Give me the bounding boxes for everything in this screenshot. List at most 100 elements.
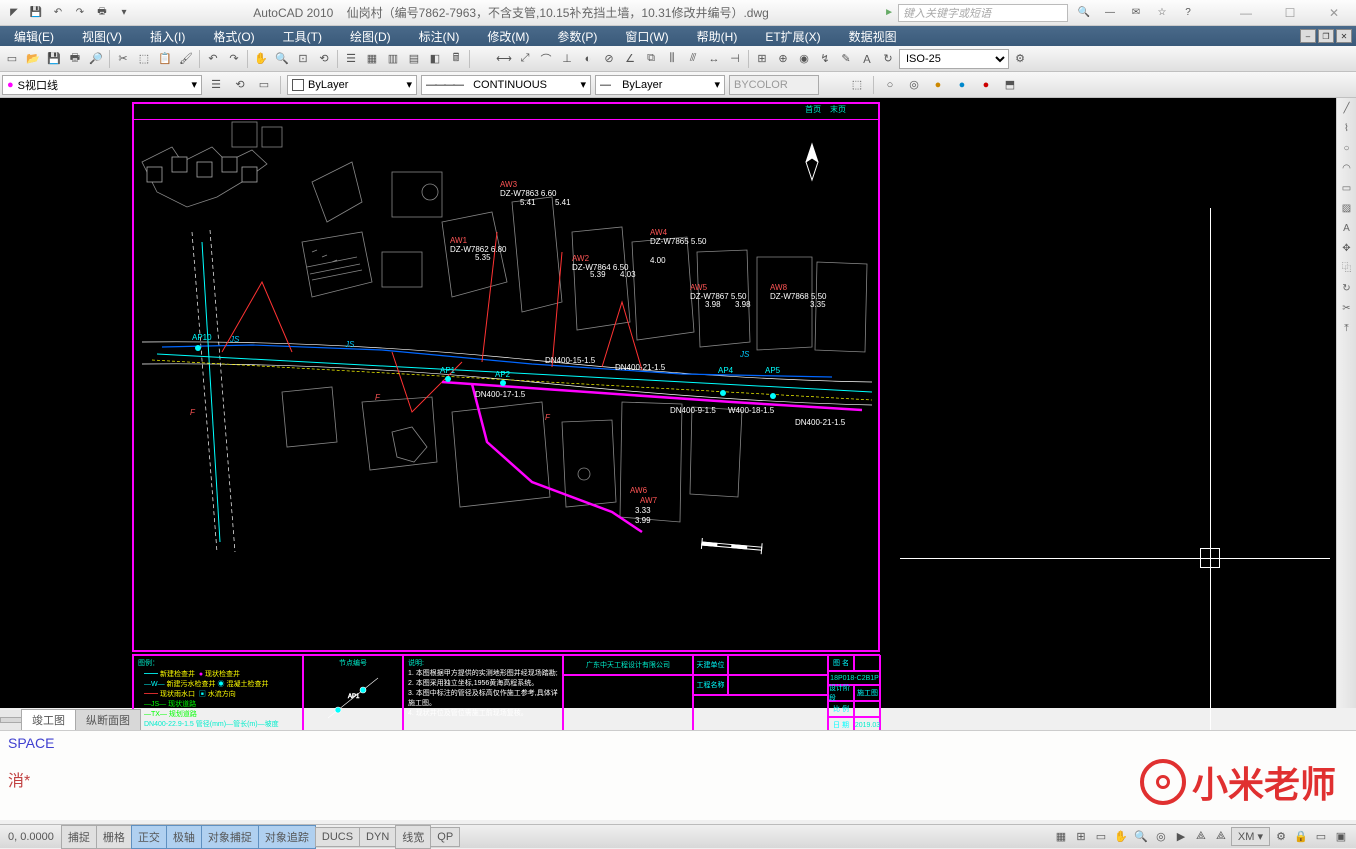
- search-play-icon[interactable]: ►: [884, 7, 894, 18]
- linetype-select[interactable]: ———— CONTINUOUS▾: [421, 75, 591, 95]
- tolerance-icon[interactable]: ⊞: [752, 49, 772, 69]
- dim-tedit-icon[interactable]: Ａ: [857, 49, 877, 69]
- wheel-icon[interactable]: ◎: [1152, 828, 1170, 846]
- sheet-set-icon[interactable]: ▤: [404, 49, 424, 69]
- snap-toggle[interactable]: 捕捉: [61, 825, 97, 849]
- insert-block-icon[interactable]: ⬚: [847, 75, 867, 95]
- annoscale-select[interactable]: XM ▾: [1231, 827, 1270, 846]
- annovis-icon[interactable]: ⟁: [1212, 828, 1230, 846]
- menu-tools[interactable]: 工具(T): [269, 28, 336, 45]
- menu-et[interactable]: ET扩展(X): [751, 28, 834, 45]
- dim-quick-icon[interactable]: ⧉: [641, 49, 661, 69]
- new-icon[interactable]: ▭: [2, 49, 22, 69]
- layer-prev-icon[interactable]: ⟲: [230, 75, 250, 95]
- circle-tool-icon[interactable]: ○: [1338, 140, 1356, 158]
- save-icon[interactable]: 💾: [44, 49, 64, 69]
- rotate-icon[interactable]: ↻: [1338, 280, 1356, 298]
- dyn-toggle[interactable]: DYN: [359, 827, 396, 847]
- otrack-toggle[interactable]: 对象追踪: [258, 825, 316, 849]
- menu-draw[interactable]: 绘图(D): [336, 28, 405, 45]
- layer-state-icon[interactable]: ▭: [254, 75, 274, 95]
- qat-more-icon[interactable]: ▾: [114, 3, 134, 23]
- properties-icon[interactable]: ☰: [341, 49, 361, 69]
- key-icon[interactable]: —: [1100, 3, 1120, 23]
- model-paper-icon[interactable]: ▦: [1052, 828, 1070, 846]
- preview-icon[interactable]: 🔎: [86, 49, 106, 69]
- menu-dimension[interactable]: 标注(N): [405, 28, 474, 45]
- menu-window[interactable]: 窗口(W): [611, 28, 682, 45]
- center-mark-icon[interactable]: ⊕: [773, 49, 793, 69]
- inspect-icon[interactable]: ◉: [794, 49, 814, 69]
- menu-parametric[interactable]: 参数(P): [543, 28, 611, 45]
- dim-update-icon[interactable]: ↻: [878, 49, 898, 69]
- pline-icon[interactable]: ⌇: [1338, 120, 1356, 138]
- menu-insert[interactable]: 插入(I): [136, 28, 199, 45]
- doc-close-button[interactable]: ✕: [1336, 29, 1352, 43]
- dim-space-icon[interactable]: ↔: [704, 49, 724, 69]
- ducs-toggle[interactable]: DUCS: [315, 827, 360, 847]
- quickview-icon[interactable]: ⊞: [1072, 828, 1090, 846]
- plot-icon[interactable]: 🖶: [65, 49, 85, 69]
- circle2-icon[interactable]: ◎: [904, 75, 924, 95]
- color-select[interactable]: ByLayer▾: [287, 75, 417, 95]
- zoom-prev-icon[interactable]: ⟲: [314, 49, 334, 69]
- dim-ordinate-icon[interactable]: ⊥: [557, 49, 577, 69]
- markup-icon[interactable]: ◧: [425, 49, 445, 69]
- qv-dwg-icon[interactable]: ▭: [1092, 828, 1110, 846]
- lineweight-select[interactable]: — ByLayer▾: [595, 75, 725, 95]
- menu-modify[interactable]: 修改(M): [473, 28, 543, 45]
- hw-icon[interactable]: ▭: [1312, 828, 1330, 846]
- circle1-icon[interactable]: ○: [880, 75, 900, 95]
- circle4-icon[interactable]: ●: [952, 75, 972, 95]
- redo-icon[interactable]: ↷: [224, 49, 244, 69]
- coords-display[interactable]: 0, 0.0000: [0, 831, 62, 843]
- showmotion-icon[interactable]: ▶: [1172, 828, 1190, 846]
- menu-edit[interactable]: 编辑(E): [0, 28, 68, 45]
- dim-aligned-icon[interactable]: ⤢: [515, 49, 535, 69]
- cut-icon[interactable]: ✂: [113, 49, 133, 69]
- pan-icon[interactable]: ✋: [251, 49, 271, 69]
- minimize-button[interactable]: —: [1224, 1, 1268, 25]
- star-icon[interactable]: ☆: [1152, 3, 1172, 23]
- hatch-icon[interactable]: ▨: [1338, 200, 1356, 218]
- dim-continue-icon[interactable]: ⫻: [683, 49, 703, 69]
- dim-diameter-icon[interactable]: ⊘: [599, 49, 619, 69]
- tab-layout2[interactable]: 纵断面图: [75, 709, 141, 731]
- dim-break-icon[interactable]: ⊣: [725, 49, 745, 69]
- circle3-icon[interactable]: ●: [928, 75, 948, 95]
- calc-icon[interactable]: 🖩: [446, 49, 466, 69]
- extend-icon[interactable]: ⤒: [1338, 320, 1356, 338]
- comm-icon[interactable]: ✉: [1126, 3, 1146, 23]
- ortho-toggle[interactable]: 正交: [131, 825, 167, 849]
- doc-minimize-button[interactable]: –: [1300, 29, 1316, 43]
- dimstyle-select[interactable]: ISO-25: [899, 49, 1009, 69]
- jog-icon[interactable]: ↯: [815, 49, 835, 69]
- copy-tool-icon[interactable]: ⿻: [1338, 260, 1356, 278]
- zoom-sb-icon[interactable]: 🔍: [1132, 828, 1150, 846]
- menu-dataview[interactable]: 数据视图: [835, 28, 911, 45]
- text-icon[interactable]: A: [1338, 220, 1356, 238]
- arc-tool-icon[interactable]: ◠: [1338, 160, 1356, 178]
- xref-icon[interactable]: ⬒: [1000, 75, 1020, 95]
- help-icon[interactable]: ?: [1178, 3, 1198, 23]
- undo-icon[interactable]: ↶: [203, 49, 223, 69]
- dim-angular-icon[interactable]: ∠: [620, 49, 640, 69]
- polar-toggle[interactable]: 极轴: [166, 825, 202, 849]
- rect-tool-icon[interactable]: ▭: [1338, 180, 1356, 198]
- tool-palette-icon[interactable]: ▥: [383, 49, 403, 69]
- tab-model[interactable]: [0, 717, 22, 723]
- menu-help[interactable]: 帮助(H): [683, 28, 752, 45]
- move-icon[interactable]: ✥: [1338, 240, 1356, 258]
- grid-toggle[interactable]: 栅格: [96, 825, 132, 849]
- clean-icon[interactable]: ▣: [1332, 828, 1350, 846]
- tab-layout1[interactable]: 竣工图: [21, 709, 76, 731]
- copy-icon[interactable]: ⬚: [134, 49, 154, 69]
- dc-icon[interactable]: ▦: [362, 49, 382, 69]
- ws-icon[interactable]: ⚙: [1272, 828, 1290, 846]
- osnap-toggle[interactable]: 对象捕捉: [201, 825, 259, 849]
- match-icon[interactable]: 🖌: [176, 49, 196, 69]
- layer-mgr-icon[interactable]: ☰: [206, 75, 226, 95]
- line-icon[interactable]: ╱: [1338, 100, 1356, 118]
- lwt-toggle[interactable]: 线宽: [395, 825, 431, 849]
- doc-restore-button[interactable]: ❐: [1318, 29, 1334, 43]
